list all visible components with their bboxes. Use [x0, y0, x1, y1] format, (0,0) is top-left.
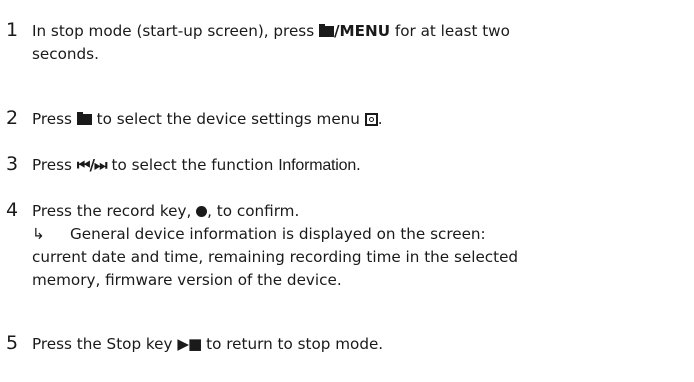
stop-key-icon: ▶■ [177, 335, 202, 353]
folder-icon [318, 24, 334, 37]
step-text-part: Press the record key, [32, 202, 197, 220]
step-text-part: In stop mode (start-up screen), press [32, 22, 319, 40]
record-icon [196, 206, 208, 217]
step-number: 5 [6, 332, 19, 354]
step-text: Press to select the device settings menu… [32, 108, 692, 131]
settings-icon [364, 113, 378, 126]
step-text-part: Press [32, 110, 77, 128]
result-text: General device information is displayed … [70, 225, 486, 243]
function-name: Information [278, 157, 357, 174]
step-text: Press ⏮/⏭ to select the function Informa… [32, 154, 692, 177]
step-text-part: , to confirm. [207, 202, 300, 220]
step-text-part: Press [32, 156, 77, 174]
step-number: 2 [6, 107, 19, 129]
result-text: current date and time, remaining recordi… [32, 248, 519, 266]
step-text-part: to select the device settings menu [91, 110, 365, 128]
step-text-part: to return to stop mode. [201, 335, 384, 353]
prev-next-icon: ⏮/⏭ [76, 156, 108, 174]
folder-icon [76, 112, 92, 125]
step-text-part: . [356, 156, 361, 174]
menu-key-label: /MENU [333, 22, 391, 40]
step-number: 4 [6, 199, 19, 221]
step-text-part: for at least two [390, 22, 510, 40]
step-text: In stop mode (start-up screen), press /M… [32, 20, 692, 66]
step-text-part: seconds. [32, 45, 99, 63]
result-arrow-icon: ↳ [32, 225, 45, 243]
step-text-part: to select the function [106, 156, 279, 174]
step-text-part: . [377, 110, 383, 128]
result-text: memory, firmware version of the device. [32, 271, 342, 289]
step-number: 3 [6, 153, 19, 175]
step-text: Press the record key, , to confirm. ↳ Gen… [32, 200, 692, 292]
step-text: Press the Stop key ▶■ to return to stop … [32, 333, 692, 356]
step-text-part: Press the Stop key [32, 335, 178, 353]
step-number: 1 [6, 19, 19, 41]
